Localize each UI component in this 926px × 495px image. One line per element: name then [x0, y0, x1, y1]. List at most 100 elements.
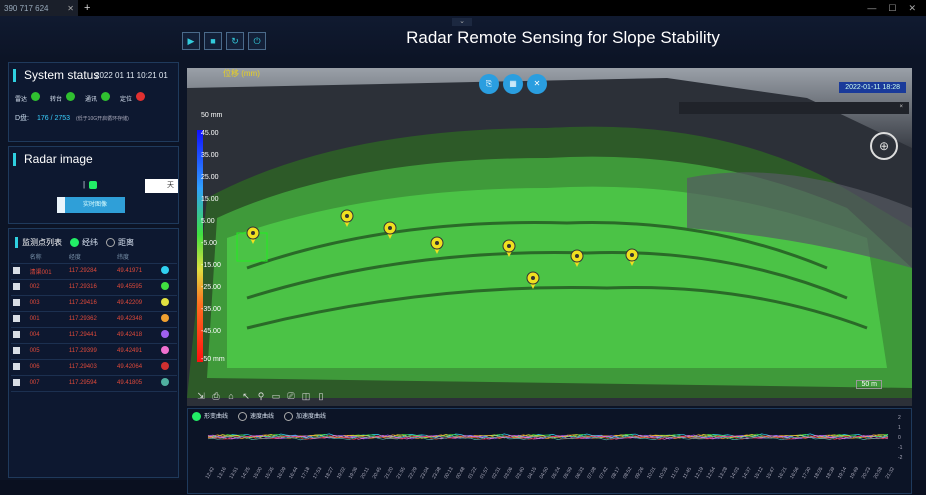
legend-tick: 15.00 [201, 196, 219, 203]
x-tick-label: 16:21 [777, 466, 789, 480]
minimize-icon[interactable]: — [867, 3, 876, 14]
x-tick-label: 07:08 [586, 466, 598, 480]
points-panel: 监测点列表 经纬 距离 名称 经度 纬度 清渠001 117.29284 49.41… [8, 228, 179, 478]
y-tick-label: -1 [898, 445, 903, 451]
pointer-icon[interactable]: ↖ [240, 390, 252, 402]
checkbox[interactable] [13, 378, 20, 386]
status-dot-icon [136, 92, 146, 101]
disk-usage: D盘: 176 / 2753 (低于10G开启循环存储) [15, 113, 129, 123]
status-item: 雷达 [15, 92, 46, 103]
radar-toggle[interactable] [89, 181, 97, 189]
point-marker-icon[interactable] [526, 271, 540, 289]
book-icon[interactable]: ▯ [315, 390, 327, 402]
table-row[interactable]: 006 117.29403 49.42064 [11, 359, 177, 376]
checkbox[interactable] [13, 362, 20, 370]
point-marker-icon[interactable] [502, 239, 516, 257]
frame-icon[interactable]: ▭ [270, 390, 282, 402]
close-icon[interactable]: ✕ [527, 74, 547, 94]
window-close-icon[interactable]: ✕ [908, 3, 916, 14]
x-tick-label: 01:22 [467, 466, 479, 480]
legend-tick: -35.00 [201, 306, 221, 313]
x-tick-label: 02:31 [491, 466, 503, 480]
new-tab-button[interactable]: + [84, 2, 90, 14]
table-row[interactable]: 003 117.29416 49.42209 [11, 295, 177, 312]
toggle-separator: | [83, 180, 86, 189]
x-tick-label: 08:17 [610, 466, 622, 480]
point-lng: 117.29403 [68, 364, 97, 370]
checkbox[interactable] [13, 330, 20, 338]
status-time: 2022 01 11 10:21 01 [95, 71, 168, 80]
realtime-image-button[interactable]: 实时图像 [57, 197, 125, 213]
location-icon[interactable]: ⚲ [255, 390, 267, 402]
x-tick-label: 16:56 [789, 466, 801, 480]
status-dot-icon [101, 92, 111, 101]
x-tick-label: 04:15 [527, 466, 539, 480]
x-tick-label: 18:27 [324, 466, 336, 480]
x-tick-label: 10:01 [646, 466, 658, 480]
maximize-icon[interactable]: ☐ [888, 3, 896, 14]
x-tick-label: 16:09 [276, 466, 288, 480]
disk-label: D盘: [15, 115, 29, 122]
slope-map[interactable]: 位移 (mm) 2022-01-11 18:28 ⎘ ▦ ✕ × 50 mm -… [187, 68, 912, 406]
popup-close-icon[interactable]: × [899, 104, 903, 110]
screen-icon[interactable]: ⎚ [285, 390, 297, 402]
x-tick-label: 22:29 [407, 466, 419, 480]
deformation-chart: 形变曲线 速度曲线 加速度曲线 2 1 0 -1 -2 12:42 13:16 13:51 14:2… [187, 408, 912, 494]
marker-layer [246, 209, 639, 289]
point-lng: 117.29441 [68, 332, 97, 338]
legend-tick: -15.00 [201, 262, 221, 269]
x-tick-label: 06:33 [574, 466, 586, 480]
legend-tick: -5.00 [201, 240, 217, 247]
table-row[interactable]: 002 117.29316 49.45595 [11, 279, 177, 296]
checkbox[interactable] [13, 314, 20, 322]
close-icon[interactable]: ✕ [67, 4, 74, 13]
compass-icon[interactable]: ⊕ [870, 132, 898, 160]
point-marker-icon[interactable] [430, 236, 444, 254]
x-tick-label: 05:24 [551, 466, 563, 480]
save-icon[interactable]: ⎘ [479, 74, 499, 94]
status-dot-icon [66, 92, 76, 101]
cube-icon[interactable]: ◫ [300, 390, 312, 402]
mode-distance[interactable]: 距离 [106, 237, 134, 248]
point-lat: 49.42209 [117, 300, 143, 306]
home-icon[interactable]: ⌂ [225, 390, 237, 402]
browser-tab[interactable]: 390 717 624 ✕ [0, 0, 78, 16]
y-tick-label: 0 [898, 435, 901, 441]
x-tick-label: 23:04 [419, 466, 431, 480]
point-marker-icon[interactable] [570, 249, 584, 267]
table-row[interactable]: 007 117.29594 49.41805 [11, 375, 177, 392]
checkbox[interactable] [13, 346, 20, 354]
print-icon[interactable]: ⎙ [210, 390, 222, 402]
point-marker-icon[interactable] [383, 221, 397, 239]
legend-bottom: -50 mm [201, 356, 225, 363]
point-lng: 117.29316 [68, 284, 97, 290]
table-row[interactable]: 004 117.29441 49.42418 [11, 327, 177, 344]
checkbox[interactable] [13, 282, 20, 290]
legend-top: 50 mm [201, 112, 223, 119]
point-marker-icon[interactable] [340, 209, 354, 227]
checkbox[interactable] [13, 298, 20, 306]
status-label: 雷达 [15, 97, 28, 103]
collapse-icon[interactable]: ⌄ [452, 18, 472, 26]
chart-canvas: 210-1-212:42 13:16 13:51 14:25 15:00 15:35 16:… [205, 415, 903, 480]
mode-latlng[interactable]: 经纬 [70, 237, 98, 248]
chart-icon[interactable]: ▦ [503, 74, 523, 94]
period-select[interactable]: 天 [145, 179, 178, 193]
point-marker-icon[interactable] [246, 226, 260, 244]
header: ⌄ ▶ ■ ↻ ⏻ Radar Remote Sensing for Slope… [0, 16, 926, 60]
map-date: 2022-01-11 18:28 [839, 82, 906, 93]
color-swatch [160, 362, 169, 370]
x-tick-label: 17:18 [300, 466, 312, 480]
x-tick-label: 21:55 [395, 466, 407, 480]
table-row[interactable]: 001 117.29362 49.42348 [11, 311, 177, 328]
table-row[interactable]: 清渠001 117.29284 49.41971 [11, 263, 177, 280]
disk-note: (低于10G开启循环存储) [76, 116, 129, 122]
expand-icon[interactable]: ⇲ [195, 390, 207, 402]
x-tick-label: 10:35 [658, 466, 670, 480]
table-row[interactable]: 005 117.29399 49.42491 [11, 343, 177, 360]
checkbox[interactable] [13, 266, 20, 274]
point-lng: 117.29399 [68, 348, 97, 354]
point-marker-icon[interactable] [625, 248, 639, 266]
x-tick-label: 01:57 [479, 466, 491, 480]
x-tick-label: 21:20 [383, 466, 395, 480]
